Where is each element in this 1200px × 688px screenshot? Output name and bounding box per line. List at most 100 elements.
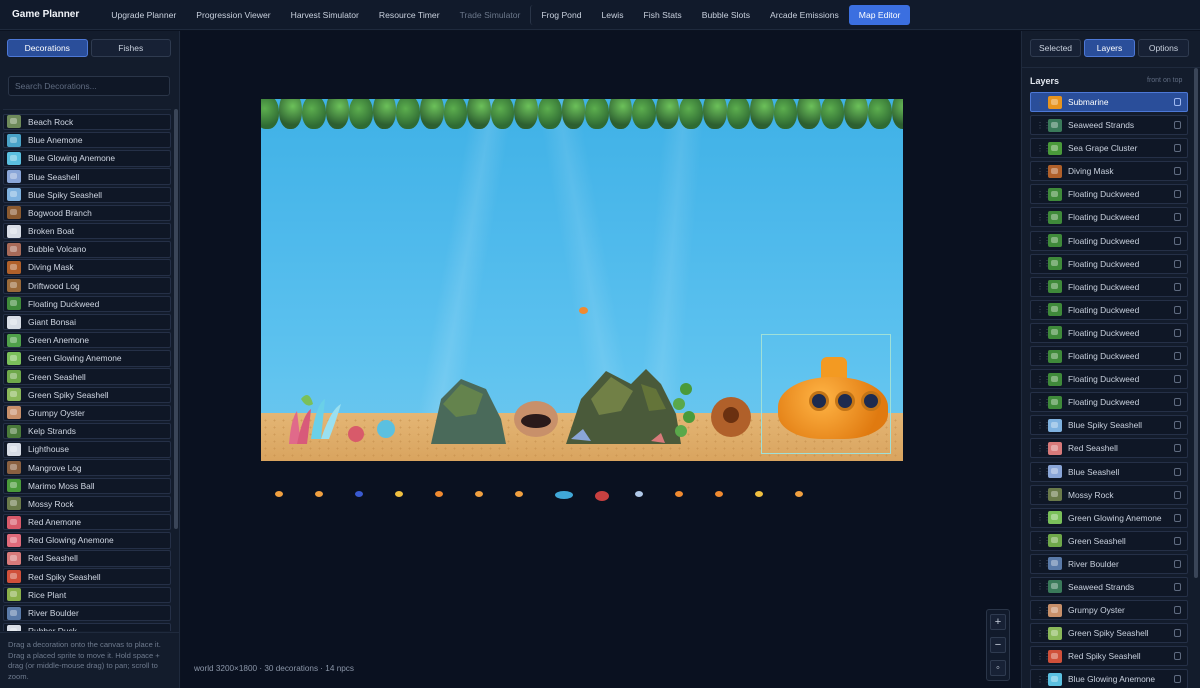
visibility-toggle-icon[interactable] xyxy=(1174,606,1181,615)
zoom-out-button[interactable]: − xyxy=(990,637,1006,653)
tab-fishes[interactable]: Fishes xyxy=(90,39,171,57)
tab-decorations[interactable]: Decorations xyxy=(7,39,88,57)
drag-handle-icon[interactable]: ⋮⋮ xyxy=(1036,98,1051,107)
drag-handle-icon[interactable]: ⋮⋮ xyxy=(1036,121,1051,130)
drag-handle-icon[interactable]: ⋮⋮ xyxy=(1036,652,1051,661)
decoration-item[interactable]: Red Seashell xyxy=(3,550,171,567)
layer-item[interactable]: ⋮⋮ Mossy Rock xyxy=(1030,484,1188,505)
nav-map-editor[interactable]: Map Editor xyxy=(848,4,911,25)
nav-resource-timer[interactable]: Resource Timer xyxy=(369,5,450,25)
drag-handle-icon[interactable]: ⋮⋮ xyxy=(1036,259,1051,268)
blue-anemone[interactable] xyxy=(377,420,395,438)
decoration-item[interactable]: Kelp Strands xyxy=(3,422,171,440)
decoration-item[interactable]: Green Spiky Seashell xyxy=(3,386,171,403)
decoration-item[interactable]: Green Anemone xyxy=(3,332,171,349)
visibility-toggle-icon[interactable] xyxy=(1174,629,1181,638)
fish-npc[interactable] xyxy=(675,491,683,497)
drag-handle-icon[interactable]: ⋮⋮ xyxy=(1036,467,1051,476)
visibility-toggle-icon[interactable] xyxy=(1174,259,1181,268)
layer-list-scrollbar[interactable] xyxy=(1194,68,1198,578)
drag-handle-icon[interactable]: ⋮⋮ xyxy=(1036,282,1051,291)
search-decorations-input[interactable] xyxy=(8,76,170,96)
decoration-item[interactable]: Rubber Duck xyxy=(3,623,171,631)
zoom-reset-button[interactable]: ◦ xyxy=(990,660,1006,676)
layer-item[interactable]: ⋮⋮ Blue Glowing Anemone xyxy=(1030,669,1188,688)
drag-handle-icon[interactable]: ⋮⋮ xyxy=(1036,236,1051,245)
drag-handle-icon[interactable]: ⋮⋮ xyxy=(1036,559,1051,568)
drag-handle-icon[interactable]: ⋮⋮ xyxy=(1036,167,1051,176)
decoration-item[interactable]: Rice Plant xyxy=(3,586,171,604)
decoration-item[interactable]: Green Seashell xyxy=(3,368,171,385)
visibility-toggle-icon[interactable] xyxy=(1174,490,1181,499)
decoration-item[interactable]: Red Glowing Anemone xyxy=(3,532,171,549)
layer-item[interactable]: ⋮⋮ Submarine xyxy=(1030,92,1188,112)
layer-item[interactable]: ⋮⋮ Diving Mask xyxy=(1030,161,1188,182)
visibility-toggle-icon[interactable] xyxy=(1174,652,1181,661)
drag-handle-icon[interactable]: ⋮⋮ xyxy=(1036,513,1051,522)
decoration-item[interactable]: Green Glowing Anemone xyxy=(3,350,171,367)
decoration-item[interactable]: Bubble Volcano xyxy=(3,241,171,258)
decoration-item[interactable]: Giant Bonsai xyxy=(3,313,171,331)
decoration-item[interactable]: Mangrove Log xyxy=(3,459,171,476)
layer-item[interactable]: ⋮⋮ Grumpy Oyster xyxy=(1030,600,1188,621)
decoration-item[interactable]: Red Spiky Seashell xyxy=(3,568,171,585)
decoration-item[interactable]: Bogwood Branch xyxy=(3,204,171,222)
drag-handle-icon[interactable]: ⋮⋮ xyxy=(1036,328,1051,337)
drag-handle-icon[interactable]: ⋮⋮ xyxy=(1036,582,1051,591)
layer-item[interactable]: ⋮⋮ Red Spiky Seashell xyxy=(1030,646,1188,667)
decoration-item[interactable]: Blue Glowing Anemone xyxy=(3,150,171,167)
visibility-toggle-icon[interactable] xyxy=(1174,536,1181,545)
fish-npc[interactable] xyxy=(579,307,588,314)
layer-item[interactable]: ⋮⋮ Blue Spiky Seashell xyxy=(1030,415,1188,436)
nav-progression-viewer[interactable]: Progression Viewer xyxy=(186,5,280,25)
drag-handle-icon[interactable]: ⋮⋮ xyxy=(1036,675,1051,684)
layer-item[interactable]: ⋮⋮ Sea Grape Cluster xyxy=(1030,138,1188,159)
drag-handle-icon[interactable]: ⋮⋮ xyxy=(1036,536,1051,545)
layer-item[interactable]: ⋮⋮ Green Glowing Anemone xyxy=(1030,507,1188,528)
decoration-item[interactable]: Grumpy Oyster xyxy=(3,404,171,422)
drag-handle-icon[interactable]: ⋮⋮ xyxy=(1036,444,1051,453)
layer-item[interactable]: ⋮⋮ Floating Duckweed xyxy=(1030,299,1188,320)
visibility-toggle-icon[interactable] xyxy=(1174,144,1181,153)
visibility-toggle-icon[interactable] xyxy=(1174,444,1181,453)
visibility-toggle-icon[interactable] xyxy=(1174,467,1181,476)
fish-npc[interactable] xyxy=(475,491,483,497)
layer-item[interactable]: ⋮⋮ Red Seashell xyxy=(1030,438,1188,459)
visibility-toggle-icon[interactable] xyxy=(1174,121,1181,130)
layer-item[interactable]: ⋮⋮ Floating Duckweed xyxy=(1030,184,1188,205)
fish-npc[interactable] xyxy=(795,491,803,497)
layer-item[interactable]: ⋮⋮ Floating Duckweed xyxy=(1030,253,1188,274)
visibility-toggle-icon[interactable] xyxy=(1174,305,1181,314)
drag-handle-icon[interactable]: ⋮⋮ xyxy=(1036,421,1051,430)
decoration-item[interactable]: Red Anemone xyxy=(3,513,171,531)
visibility-toggle-icon[interactable] xyxy=(1174,375,1181,384)
fish-npc[interactable] xyxy=(275,491,283,497)
green-glowing-anemone[interactable] xyxy=(301,395,313,406)
drag-handle-icon[interactable]: ⋮⋮ xyxy=(1036,305,1051,314)
nav-arcade-emissions[interactable]: Arcade Emissions xyxy=(760,5,849,25)
drag-handle-icon[interactable]: ⋮⋮ xyxy=(1036,606,1051,615)
decoration-item[interactable]: Diving Mask xyxy=(3,259,171,276)
decoration-list-scrollbar[interactable] xyxy=(174,109,178,529)
drag-handle-icon[interactable]: ⋮⋮ xyxy=(1036,375,1051,384)
drag-handle-icon[interactable]: ⋮⋮ xyxy=(1036,629,1051,638)
layer-item[interactable]: ⋮⋮ Seaweed Strands xyxy=(1030,115,1188,136)
drag-handle-icon[interactable]: ⋮⋮ xyxy=(1036,490,1051,499)
aquarium-scene[interactable] xyxy=(261,99,903,461)
visibility-toggle-icon[interactable] xyxy=(1174,675,1181,684)
layer-item[interactable]: ⋮⋮ Blue Seashell xyxy=(1030,461,1188,482)
blue-glowing-anemone[interactable] xyxy=(311,399,341,439)
visibility-toggle-icon[interactable] xyxy=(1174,236,1181,245)
tab-layers[interactable]: Layers xyxy=(1084,39,1135,57)
decoration-item[interactable]: Lighthouse xyxy=(3,441,171,458)
fish-npc[interactable] xyxy=(715,491,723,497)
nav-lewis[interactable]: Lewis xyxy=(592,5,634,25)
nav-fish-stats[interactable]: Fish Stats xyxy=(634,5,692,25)
layer-item[interactable]: ⋮⋮ Floating Duckweed xyxy=(1030,369,1188,390)
decoration-item[interactable]: Blue Seashell xyxy=(3,168,171,185)
zoom-in-button[interactable]: + xyxy=(990,614,1006,630)
fish-npc[interactable] xyxy=(355,491,363,497)
nav-frog-pond[interactable]: Frog Pond xyxy=(530,4,591,25)
nav-harvest-simulator[interactable]: Harvest Simulator xyxy=(281,5,369,25)
visibility-toggle-icon[interactable] xyxy=(1174,282,1181,291)
